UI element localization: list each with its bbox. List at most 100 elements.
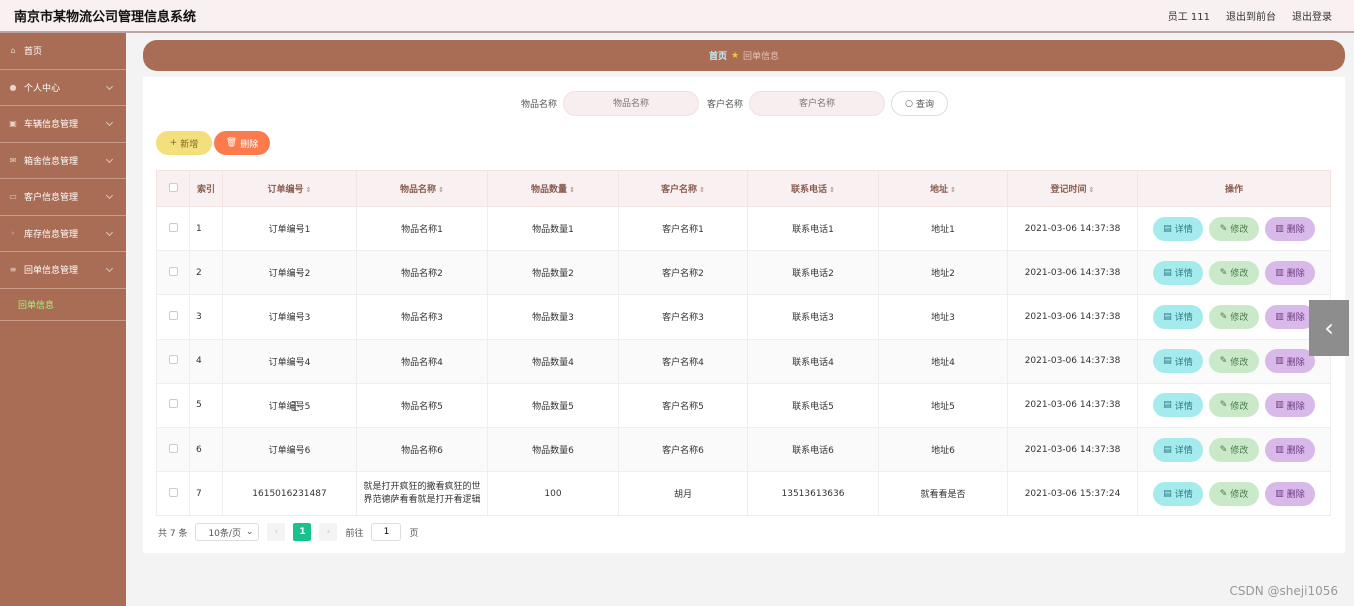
edit-label: 修改 xyxy=(1230,357,1249,368)
sort-icon: ⇕ xyxy=(305,186,312,194)
edit-button[interactable]: ✎ 修改 xyxy=(1209,481,1259,506)
cell-operations: ▤ 详情 ✎ 修改 ▥ 删除 xyxy=(1137,382,1331,428)
delete-button[interactable]: ▥ 删除 xyxy=(1265,260,1315,285)
sidebar-item-receipt[interactable]: ≡ 回单信息管理 xyxy=(0,252,126,289)
doc-icon: ▤ xyxy=(1163,267,1172,278)
cell-operations: ▤ 详情 ✎ 修改 ▥ 删除 xyxy=(1137,205,1331,252)
page-size-select[interactable]: 10条/页 ⌄ xyxy=(195,523,260,541)
chevron-down-icon xyxy=(105,191,114,200)
goto-page-input[interactable] xyxy=(371,523,402,541)
item-name-input[interactable] xyxy=(563,91,700,116)
breadcrumb-home[interactable]: 首页 xyxy=(709,49,727,62)
col-header-label: 物品数量 xyxy=(531,185,568,195)
edit-button[interactable]: ✎ 修改 xyxy=(1209,304,1259,329)
cell-item-qty: 物品数量2 xyxy=(487,250,619,296)
col-header[interactable]: 联系电话 ⇕ xyxy=(747,170,879,207)
sidebar-item-box[interactable]: ✉ 箱舍信息管理 xyxy=(0,143,126,179)
sidebar-item-stock[interactable]: ◦ 库存信息管理 xyxy=(0,216,126,252)
action-bar: + 新增 🗑 删除 xyxy=(156,131,270,155)
edit-button[interactable]: ✎ 修改 xyxy=(1209,437,1259,462)
cell-register-time: 2021-03-06 14:37:38 xyxy=(1007,426,1138,473)
select-all-checkbox[interactable] xyxy=(156,170,190,207)
row-checkbox[interactable] xyxy=(156,250,190,296)
edit-button[interactable]: ✎ 修改 xyxy=(1209,260,1259,285)
edit-label: 修改 xyxy=(1230,446,1249,457)
cell-index: 3 xyxy=(189,294,223,340)
detail-button[interactable]: ▤ 详情 xyxy=(1153,216,1203,241)
add-button[interactable]: + 新增 xyxy=(156,131,212,155)
edit-label: 修改 xyxy=(1230,269,1249,280)
col-header[interactable]: 登记时间 ⇕ xyxy=(1007,170,1138,207)
detail-button[interactable]: ▤ 详情 xyxy=(1153,260,1203,285)
sidebar-item-customer[interactable]: ▭ 客户信息管理 xyxy=(0,179,126,216)
col-header[interactable]: 地址 ⇕ xyxy=(878,170,1008,207)
row-checkbox[interactable] xyxy=(156,294,190,340)
detail-button[interactable]: ▤ 详情 xyxy=(1153,349,1203,374)
edit-button[interactable]: ✎ 修改 xyxy=(1209,216,1259,241)
pencil-icon: ✎ xyxy=(1219,311,1228,322)
table-row: 7 1615016231487 就是打开疯狂的撒看疯狂的世界范德萨看看就是打开看逻辑… xyxy=(156,471,1331,517)
sidebar-item-home[interactable]: ⌂ 首页 xyxy=(0,33,126,70)
collapse-panel-button[interactable]: ‹ xyxy=(1309,300,1349,356)
delete-button[interactable]: ▥ 删除 xyxy=(1265,393,1315,418)
cell-address: 地址2 xyxy=(878,250,1008,296)
row-checkbox[interactable] xyxy=(156,205,190,252)
col-header[interactable]: 物品名称 ⇕ xyxy=(356,170,488,207)
logout-link[interactable]: 退出登录 xyxy=(1292,8,1332,23)
col-header[interactable]: 物品数量 ⇕ xyxy=(487,170,619,207)
sidebar-item-label: 库存信息管理 xyxy=(24,229,79,240)
cell-item-name: 物品名称2 xyxy=(356,250,488,296)
next-page-button[interactable]: › xyxy=(319,523,338,541)
sidebar-subitem-receipt-info[interactable]: 回单信息 xyxy=(0,289,126,321)
breadcrumb: 首页 ★ 回单信息 xyxy=(143,40,1345,71)
sidebar-item-profile[interactable]: ● 个人中心 xyxy=(0,70,126,106)
search-button[interactable]: ○ 查询 xyxy=(891,91,949,116)
sort-icon: ⇕ xyxy=(569,186,575,194)
prev-page-button[interactable]: ‹ xyxy=(267,523,286,541)
cell-phone: 联系电话4 xyxy=(747,338,879,384)
current-page-button[interactable]: 1 xyxy=(293,523,312,541)
user-name: 员工 111 xyxy=(1167,12,1210,23)
trash-icon: ▥ xyxy=(1275,356,1284,367)
cell-address: 地址5 xyxy=(878,382,1008,428)
delete-button[interactable]: ▥ 删除 xyxy=(1265,349,1315,374)
delete-button[interactable]: ▥ 删除 xyxy=(1265,216,1315,241)
col-header: 索引 xyxy=(189,170,223,207)
detail-button[interactable]: ▤ 详情 xyxy=(1153,393,1203,418)
cell-address: 地址4 xyxy=(878,338,1008,384)
edit-button[interactable]: ✎ 修改 xyxy=(1209,393,1259,418)
row-checkbox[interactable] xyxy=(156,426,190,473)
star-icon: ★ xyxy=(730,50,740,61)
detail-button[interactable]: ▤ 详情 xyxy=(1153,304,1203,329)
cell-item-qty: 物品数量6 xyxy=(487,426,619,473)
top-bar-actions: 员工 111 退出到前台 退出登录 xyxy=(1168,8,1332,23)
cell-register-time: 2021-03-06 14:37:38 xyxy=(1007,338,1138,384)
detail-button[interactable]: ▤ 详情 xyxy=(1153,481,1203,506)
row-checkbox[interactable] xyxy=(156,471,190,517)
chevron-down-icon xyxy=(105,82,114,90)
delete-button[interactable]: ▥ 删除 xyxy=(1265,304,1315,329)
pencil-icon: ✎ xyxy=(1219,223,1228,234)
cell-address: 地址6 xyxy=(878,426,1008,473)
exit-to-front-link[interactable]: 退出到前台 xyxy=(1226,8,1276,23)
delete-label: 删除 xyxy=(1286,313,1305,324)
customer-name-input[interactable] xyxy=(749,91,886,116)
edit-button[interactable]: ✎ 修改 xyxy=(1209,349,1259,374)
delete-button[interactable]: ▥ 删除 xyxy=(1265,481,1315,506)
delete-button[interactable]: ▥ 删除 xyxy=(1265,437,1315,462)
col-header[interactable]: 订单编号 ⇕ xyxy=(222,170,357,207)
row-checkbox[interactable] xyxy=(156,338,190,384)
cell-phone: 联系电话5 xyxy=(747,382,879,428)
cell-register-time: 2021-03-06 14:37:38 xyxy=(1007,250,1138,296)
cell-customer-name: 客户名称3 xyxy=(618,294,748,340)
sort-icon: ⇕ xyxy=(438,186,444,194)
batch-delete-button[interactable]: 🗑 删除 xyxy=(214,131,270,155)
row-checkbox[interactable] xyxy=(156,382,190,428)
cell-item-qty: 物品数量3 xyxy=(487,294,619,340)
sidebar-item-vehicle[interactable]: ▣ 车辆信息管理 xyxy=(0,106,126,143)
detail-label: 详情 xyxy=(1174,401,1193,412)
detail-button[interactable]: ▤ 详情 xyxy=(1153,437,1203,462)
col-header[interactable]: 客户名称 ⇕ xyxy=(618,170,748,207)
cell-operations: ▤ 详情 ✎ 修改 ▥ 删除 xyxy=(1137,471,1331,517)
sidebar-item-label: 客户信息管理 xyxy=(24,193,79,204)
